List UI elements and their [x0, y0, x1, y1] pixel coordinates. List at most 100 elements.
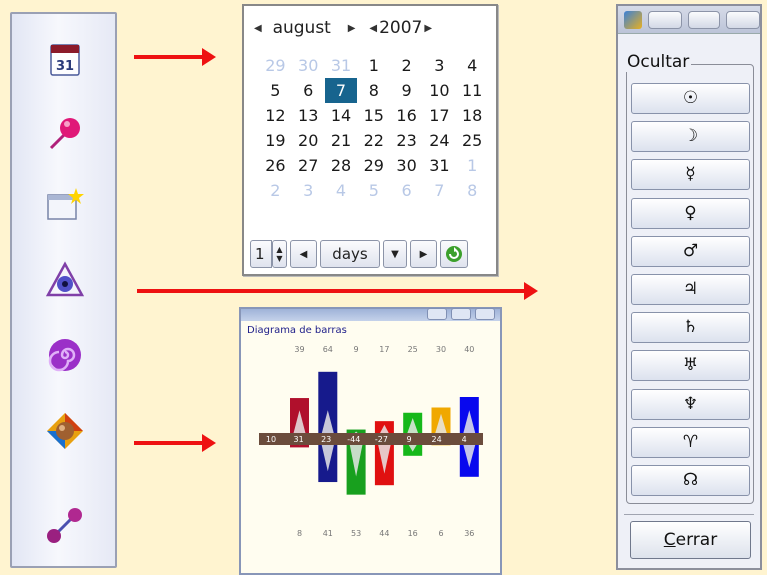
chart-top-label: 40 — [464, 345, 474, 354]
chart-bottom-label: 16 — [408, 529, 418, 538]
calendar-day[interactable]: 2 — [390, 53, 423, 78]
panel-button-2[interactable] — [688, 11, 720, 29]
next-month-button[interactable]: ▶ — [348, 23, 356, 34]
calendar-day-selected[interactable]: 7 — [324, 78, 358, 103]
calendar-day[interactable]: 14 — [325, 103, 358, 128]
planet-toggle-button[interactable]: ♀ — [631, 197, 750, 229]
close-button[interactable]: Cerrar — [630, 521, 751, 559]
panel-button-1[interactable] — [648, 11, 682, 29]
calendar-day[interactable]: 3 — [292, 178, 325, 203]
calendar-day[interactable]: 11 — [456, 78, 489, 103]
bar-chart: 39 8 64 41 9 53 17 44 25 16 30 6 40 36 10 31 23 -44 -27 9 24… — [259, 345, 483, 538]
triangle-eye-icon[interactable] — [45, 260, 85, 300]
calendar-day[interactable]: 17 — [423, 103, 456, 128]
calendar-day[interactable]: 8 — [456, 178, 489, 203]
calendar-day[interactable]: 29 — [357, 153, 390, 178]
calendar-day[interactable]: 16 — [390, 103, 423, 128]
arrow-to-chart — [134, 434, 216, 452]
planet-toggle-button[interactable]: ♂ — [631, 235, 750, 267]
calendar-day[interactable]: 3 — [423, 53, 456, 78]
pin-icon[interactable] — [45, 113, 85, 153]
calendar-day[interactable]: 22 — [357, 128, 390, 153]
prev-month-button[interactable]: ◀ — [254, 23, 262, 34]
chart-top-label: 64 — [323, 345, 333, 354]
close-button-mnemonic: C — [663, 530, 676, 550]
chart-top-label: 30 — [436, 345, 446, 354]
calendar-day[interactable]: 2 — [259, 178, 292, 203]
calendar-week: 19 20 21 22 23 24 25 — [259, 128, 489, 153]
calendar-day[interactable]: 1 — [357, 53, 390, 78]
planet-toggle-button[interactable]: ☿ — [631, 159, 750, 191]
chart-top-label: 39 — [294, 345, 304, 354]
calendar-day[interactable]: 8 — [357, 78, 390, 103]
refresh-button[interactable] — [440, 240, 468, 268]
calendar-footer: 1 ▲ ▼ ◀ days ▼ ▶ — [250, 238, 490, 270]
chart-bottom-label: 6 — [438, 529, 443, 538]
calendar-day[interactable]: 21 — [325, 128, 358, 153]
planet-toggle-button[interactable]: ☊ — [631, 465, 750, 496]
calendar-day[interactable]: 1 — [456, 153, 489, 178]
diamond-planet-icon[interactable] — [45, 411, 85, 451]
calendar-day[interactable]: 26 — [259, 153, 292, 178]
step-input[interactable]: 1 — [250, 240, 272, 268]
next-year-button[interactable]: ▶ — [424, 23, 432, 34]
calendar-day[interactable]: 15 — [357, 103, 390, 128]
planet-toggle-button[interactable]: ☽ — [631, 121, 750, 153]
calendar-day[interactable]: 5 — [259, 78, 292, 103]
planet-toggle-button[interactable]: ☉ — [631, 83, 750, 114]
calendar-day[interactable]: 10 — [423, 78, 456, 103]
refresh-icon — [446, 246, 462, 262]
calendar-day[interactable]: 9 — [390, 78, 423, 103]
calendar-day[interactable]: 28 — [325, 153, 358, 178]
planet-toggle-button[interactable]: ♃ — [631, 274, 750, 305]
spiral-icon[interactable] — [45, 335, 85, 375]
calendar-day[interactable]: 20 — [292, 128, 325, 153]
panel-button-3[interactable] — [726, 11, 760, 29]
chart-top-label: 17 — [379, 345, 389, 354]
step-back-button[interactable]: ◀ — [290, 240, 317, 268]
step-forward-button[interactable]: ▶ — [410, 240, 437, 268]
calendar-day[interactable]: 4 — [325, 178, 358, 203]
calendar-day[interactable]: 7 — [423, 178, 456, 203]
calendar-icon[interactable]: 31 — [45, 40, 85, 80]
calendar-week: 5 6 7 8 9 10 11 — [259, 78, 489, 103]
calendar-grid: 29 30 31 1 2 3 4 5 6 7 8 9 10 11 12 13 14 15 16 17 18 19 20 21 2… — [259, 53, 489, 203]
calendar-day[interactable]: 31 — [423, 153, 456, 178]
chart-bottom-label: 44 — [379, 529, 389, 538]
unit-dropdown-button[interactable]: ▼ — [383, 240, 407, 268]
calendar-day[interactable]: 12 — [259, 103, 292, 128]
calendar-day[interactable]: 30 — [390, 153, 423, 178]
calendar-day[interactable]: 5 — [357, 178, 390, 203]
calendar-day[interactable]: 19 — [259, 128, 292, 153]
calendar-day[interactable]: 24 — [423, 128, 456, 153]
calendar-day[interactable]: 6 — [292, 78, 325, 103]
unit-select[interactable]: days — [320, 240, 380, 268]
calendar-day[interactable]: 23 — [390, 128, 423, 153]
chart-top-label: 9 — [354, 345, 359, 354]
svg-text:31: 31 — [56, 59, 74, 74]
calendar-day[interactable]: 30 — [292, 53, 325, 78]
calendar-day[interactable]: 13 — [292, 103, 325, 128]
calendar-day[interactable]: 4 — [456, 53, 489, 78]
planet-toggle-button[interactable]: ♅ — [631, 350, 750, 382]
step-spinner[interactable]: ▲ ▼ — [272, 240, 287, 268]
calendar-day[interactable]: 27 — [292, 153, 325, 178]
link-pin-icon[interactable] — [45, 505, 85, 545]
calendar-day[interactable]: 31 — [325, 53, 358, 78]
calendar-day[interactable]: 25 — [456, 128, 489, 153]
calendar-day[interactable]: 18 — [456, 103, 489, 128]
calendar-header: ◀ august ▶ ◀ 2007 ▶ — [244, 6, 496, 50]
calendar-week: 29 30 31 1 2 3 4 — [259, 53, 489, 78]
chart-bottom-label: 36 — [464, 529, 474, 538]
chart-center-label: -44 — [347, 435, 360, 444]
calendar-day[interactable]: 29 — [259, 53, 292, 78]
calendar-week: 26 27 28 29 30 31 1 — [259, 153, 489, 178]
hide-group-legend: Ocultar — [625, 52, 692, 72]
calendar-day[interactable]: 6 — [390, 178, 423, 203]
new-window-icon[interactable] — [45, 185, 85, 225]
bar-chart-window: Diagrama de barras 39 8 64 41 9 53 17 44 25 16 30 6… — [239, 307, 502, 575]
planet-toggle-button[interactable]: ♈ — [631, 426, 750, 458]
planet-toggle-button[interactable]: ♄ — [631, 312, 750, 344]
planet-toggle-button[interactable]: ♆ — [631, 388, 750, 420]
prev-year-button[interactable]: ◀ — [369, 23, 377, 34]
